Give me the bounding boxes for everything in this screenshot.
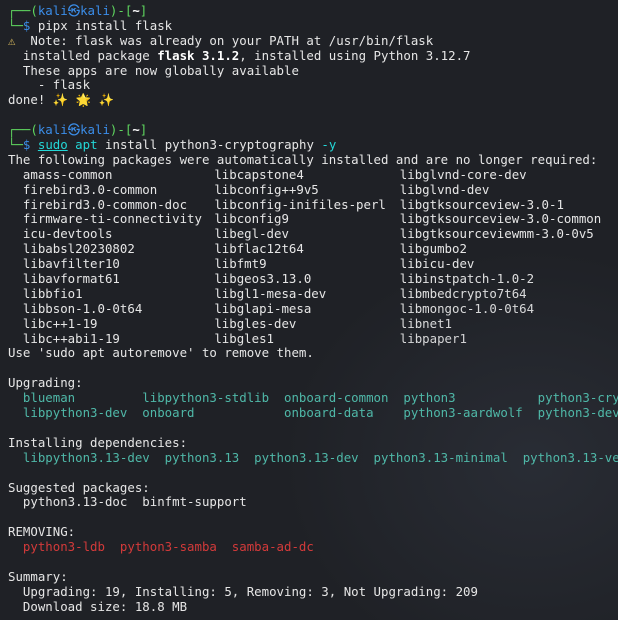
package-row: icu-devtools libegl-dev libgtksourceviewmm… bbox=[8, 226, 618, 242]
package-name: libegl-dev bbox=[214, 226, 289, 242]
package-name: libconfig++9v5 bbox=[214, 181, 319, 197]
auto-installed-list: amass-common libcapstone4 libglvnd-core-de… bbox=[8, 166, 618, 347]
package-row: firebird3.0-common libconfig++9v5 libglvnd… bbox=[8, 181, 618, 198]
package-name: libgtksourceview-3.0-1 bbox=[399, 196, 564, 212]
package-name: libavfilter10 bbox=[8, 256, 120, 272]
package-row: libc++1-19 libgles-dev libnet1 bbox=[8, 315, 618, 332]
package-name: libicu-dev bbox=[399, 256, 475, 272]
package-name: firebird3.0-common bbox=[8, 181, 158, 197]
package-name: libgl1-mesa-dev bbox=[214, 285, 327, 301]
removing-list: python3-ldb python3-samba samba-ad-dc bbox=[8, 539, 314, 555]
auto-installed-header: The following packages were automaticall… bbox=[8, 151, 598, 167]
package-name: libglvnd-core-dev bbox=[399, 166, 527, 182]
package-name: libfmt9 bbox=[214, 256, 267, 272]
summary-download-size: Download size: 18.8 MB bbox=[8, 598, 188, 614]
removing-header: REMOVING: bbox=[8, 524, 76, 540]
package-name: libbson-1.0-0t64 bbox=[8, 300, 143, 316]
package-name: libcapstone4 bbox=[214, 166, 304, 182]
suggested-list: python3.13-doc binfmt-support bbox=[8, 494, 247, 510]
command-args: install python3-cryptography bbox=[105, 137, 314, 153]
terminal-window[interactable]: ┌──(kali㉿kali)-[~] └─$ pipx install flas… bbox=[0, 0, 618, 620]
package-name: libgtksourceviewmm-3.0-0v5 bbox=[399, 226, 594, 242]
package-name: libflac12t64 bbox=[214, 241, 304, 257]
package-name: libgtksourceview-3.0-common bbox=[399, 211, 602, 227]
package-name: libgumbo2 bbox=[399, 241, 467, 257]
pipx-app-item: - flask bbox=[8, 77, 91, 93]
upgrading-header: Upgrading: bbox=[8, 375, 83, 391]
package-name: firmware-ti-connectivity bbox=[8, 211, 202, 227]
package-name: libnet1 bbox=[399, 315, 453, 331]
pipx-installed: installed package flask 3.1.2, installed… bbox=[8, 47, 471, 63]
command-text: pipx install flask bbox=[37, 17, 173, 33]
summary-header: Summary: bbox=[8, 568, 68, 584]
pipx-note: ⚠ Note: flask was already on your PATH a… bbox=[8, 32, 434, 48]
command-line: └─$ pipx install flask bbox=[8, 17, 173, 33]
command-sudo: sudo bbox=[37, 137, 68, 153]
upgrading-list: libpython3-dev onboard onboard-data pyth… bbox=[8, 405, 618, 421]
package-name: firebird3.0-common-doc bbox=[8, 196, 188, 212]
package-row: amass-common libcapstone4 libglvnd-core-de… bbox=[8, 166, 618, 183]
package-name: libmongoc-1.0-0t64 bbox=[399, 300, 535, 316]
pipx-done: done! ✨ 🌟 ✨ bbox=[8, 92, 114, 108]
pipx-apps-line: These apps are now globally available bbox=[8, 62, 299, 78]
package-name: libpaper1 bbox=[399, 330, 467, 346]
package-row: libc++abi1-19 libgles1 libpaper1 bbox=[8, 330, 618, 347]
package-name: libgeos3.13.0 bbox=[214, 271, 312, 287]
dependencies-list: libpython3.13-dev python3.13 python3.13-… bbox=[8, 449, 618, 465]
package-name: icu-devtools bbox=[8, 226, 113, 242]
package-row: firmware-ti-connectivity libconfig9 libgtk… bbox=[8, 212, 618, 227]
package-name: libglvnd-dev bbox=[399, 181, 490, 197]
package-name: libgles1 bbox=[214, 330, 274, 346]
package-name: libc++1-19 bbox=[8, 315, 98, 331]
package-name: libconfig9 bbox=[214, 211, 289, 227]
package-name: libglapi-mesa bbox=[214, 300, 312, 316]
package-name: libgles-dev bbox=[214, 315, 297, 331]
package-name: libinstpatch-1.0-2 bbox=[399, 271, 535, 287]
package-name: amass-common bbox=[8, 166, 113, 182]
package-name: libc++abi1-19 bbox=[8, 330, 120, 346]
package-row: libavfilter10 libfmt9 libicu-dev bbox=[8, 256, 618, 272]
upgrading-list: blueman libpython3-stdlib onboard-common… bbox=[8, 390, 618, 406]
package-row: libabsl20230802 libflac12t64 libgumbo2 bbox=[8, 241, 618, 257]
dependencies-header: Installing dependencies: bbox=[8, 434, 188, 450]
command-flag: -y bbox=[321, 137, 337, 153]
command-line: └─$ sudo apt install python3-cryptograph… bbox=[8, 137, 337, 153]
package-row: libbfio1 libgl1-mesa-dev libmbedcrypto7t64 bbox=[8, 285, 618, 302]
package-name: libmbedcrypto7t64 bbox=[399, 285, 527, 301]
package-row: firebird3.0-common-doc libconfig-inifiles… bbox=[8, 196, 618, 213]
package-row: libavformat61 libgeos3.13.0 libinstpatch-1… bbox=[8, 271, 618, 287]
prompt-top-line: ┌──(kali㉿kali)-[~] bbox=[8, 122, 148, 138]
package-row: libbson-1.0-0t64 libglapi-mesa libmongoc-1… bbox=[8, 300, 618, 317]
package-name: libconfig-inifiles-perl bbox=[214, 196, 386, 212]
autoremove-hint: Use 'sudo apt autoremove' to remove them… bbox=[8, 345, 314, 361]
package-name: libbfio1 bbox=[8, 285, 83, 301]
suggested-header: Suggested packages: bbox=[8, 479, 150, 495]
package-name: libavformat61 bbox=[8, 271, 120, 287]
command-apt: apt bbox=[75, 137, 98, 153]
prompt-top-line: ┌──(kali㉿kali)-[~] bbox=[8, 3, 148, 18]
package-name: libabsl20230802 bbox=[8, 241, 135, 257]
summary-counts: Upgrading: 19, Installing: 5, Removing: … bbox=[8, 583, 478, 599]
